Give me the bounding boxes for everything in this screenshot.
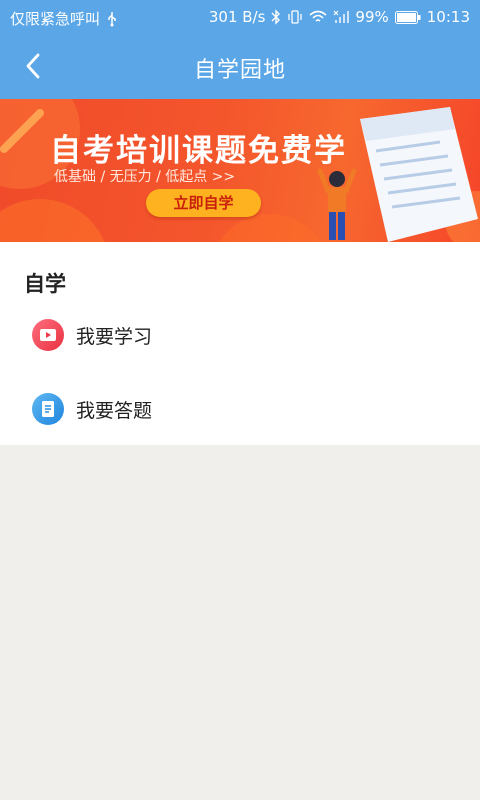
self-study-card: 自学 我要学习 我要答题 (0, 242, 480, 445)
battery-icon (394, 10, 421, 24)
bluetooth-icon (271, 9, 281, 25)
network-speed: 301 B/s (208, 8, 266, 26)
start-study-button[interactable]: 立即自学 (146, 189, 261, 217)
signal-icon (333, 10, 350, 24)
document-edit-icon (32, 393, 64, 425)
page-title: 自学园地 (193, 58, 286, 83)
usb-icon (106, 11, 118, 27)
quiz-label: 我要答题 (76, 399, 153, 422)
nav-bar: 自学园地 (0, 34, 480, 99)
video-play-icon (32, 319, 64, 351)
vibrate-icon (287, 9, 303, 25)
banner-subline: 低基础 / 无压力 / 低起点 >> (54, 169, 236, 185)
study-label: 我要学习 (76, 325, 153, 348)
student-illustration (317, 107, 478, 242)
promo-banner[interactable]: 自考培训课题免费学 低基础 / 无压力 / 低起点 >> 立即自学 (0, 99, 480, 242)
study-menu-item[interactable]: 我要学习 (32, 317, 152, 353)
status-bar: 仅限紧急呼叫 301 B/s 99% 10:13 (0, 0, 480, 34)
carrier-text: 仅限紧急呼叫 (10, 10, 101, 28)
section-title: 自学 (24, 272, 66, 296)
wifi-icon (309, 10, 327, 24)
clock: 10:13 (426, 8, 470, 26)
quiz-menu-item[interactable]: 我要答题 (32, 391, 152, 427)
battery-percent: 99% (355, 8, 389, 26)
